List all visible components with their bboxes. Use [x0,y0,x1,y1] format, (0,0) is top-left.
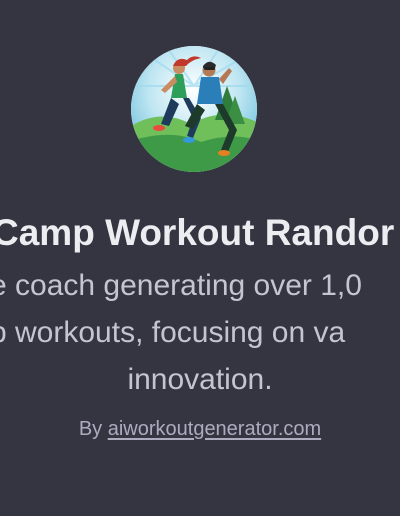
author-website-link[interactable]: aiworkoutgenerator.com [108,418,321,440]
gpt-description-line-2: p workouts, focusing on va [0,316,346,349]
gpt-description-line-3: innovation. [127,363,273,396]
byline-prefix: By [78,418,103,440]
gpt-description-line-1: e coach generating over 1,0 [0,269,362,302]
gpt-byline: By aiworkoutgenerator.com [0,414,400,444]
gpt-title: Camp Workout Randor [0,208,400,258]
gpt-avatar [131,46,257,172]
workout-couple-icon [131,46,257,172]
gpt-title-text: Camp Workout Randor [0,212,395,253]
